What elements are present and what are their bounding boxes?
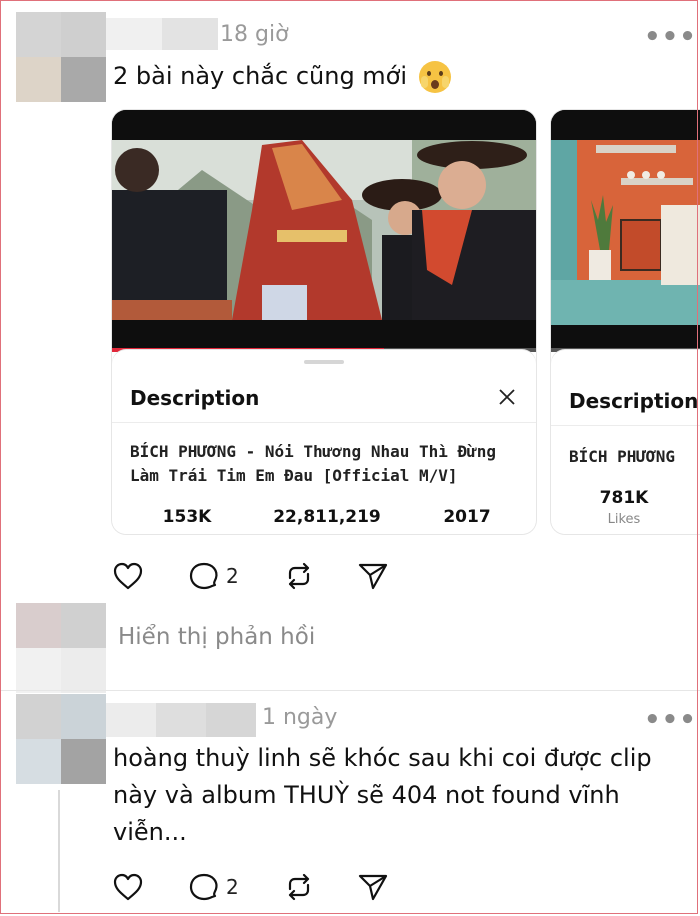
music-video-still-2 [551,110,700,352]
post-text: 2 bài này chắc cũng mới [113,58,451,95]
sheet-drag-handle[interactable] [304,360,344,364]
username[interactable] [106,18,218,50]
video-title-2: BÍCH PHƯƠNG [569,447,675,466]
video-title: BÍCH PHƯƠNG - Nói Thương Nhau Thì Đừng L… [130,442,497,485]
thread-line [58,790,60,912]
username-2[interactable] [106,703,256,737]
avatar-2[interactable] [16,694,106,784]
sheet-title: Description [130,386,260,410]
replier-avatar [16,603,106,693]
music-video-still [112,110,536,352]
reply-bubble-icon[interactable] [188,561,220,591]
close-icon[interactable] [497,387,517,407]
reply-count: 2 [226,564,239,588]
video-thumbnail-2[interactable] [551,110,700,352]
like-heart-icon[interactable] [112,561,144,591]
reply-bubble-icon-2[interactable] [188,872,220,902]
sheet-divider-2 [551,425,700,426]
likes-count-2: 781K [599,488,649,508]
like-heart-icon-2[interactable] [112,872,144,902]
description-sheet: Description BÍCH PHƯƠNG - Nói Thương Nha… [112,350,536,534]
more-options-icon-2[interactable]: ••• [644,705,697,735]
sheet-title-2: Description [569,389,699,413]
video-card-1[interactable]: Description BÍCH PHƯƠNG - Nói Thương Nha… [112,110,536,534]
share-send-icon-2[interactable] [357,872,389,902]
repost-icon-2[interactable] [283,872,315,902]
show-replies-link[interactable]: Hiển thị phản hồi [118,624,315,650]
reply-count-2: 2 [226,875,239,899]
post-divider [0,690,700,691]
video-thumbnail[interactable] [112,110,536,352]
post-time: 18 giờ [220,22,289,47]
description-sheet-2: Description BÍCH PHƯƠNG 781K Likes [551,350,700,534]
likes-count: 153K [162,507,212,527]
video-card-2[interactable]: Description BÍCH PHƯƠNG 781K Likes [551,110,700,534]
likes-label-2: Likes [607,512,641,527]
post-text-2: hoàng thuỳ linh sẽ khóc sau khi coi được… [113,744,652,846]
post-time-2: 1 ngày [262,705,338,730]
year: 2017 [443,507,491,527]
views-count: 22,811,219 [273,507,381,527]
sheet-divider [112,422,536,423]
avatar[interactable] [16,12,106,102]
more-options-icon[interactable]: ••• [644,22,697,52]
share-send-icon[interactable] [357,561,389,591]
shocked-emoji-icon [418,61,451,93]
repost-icon[interactable] [283,561,315,591]
